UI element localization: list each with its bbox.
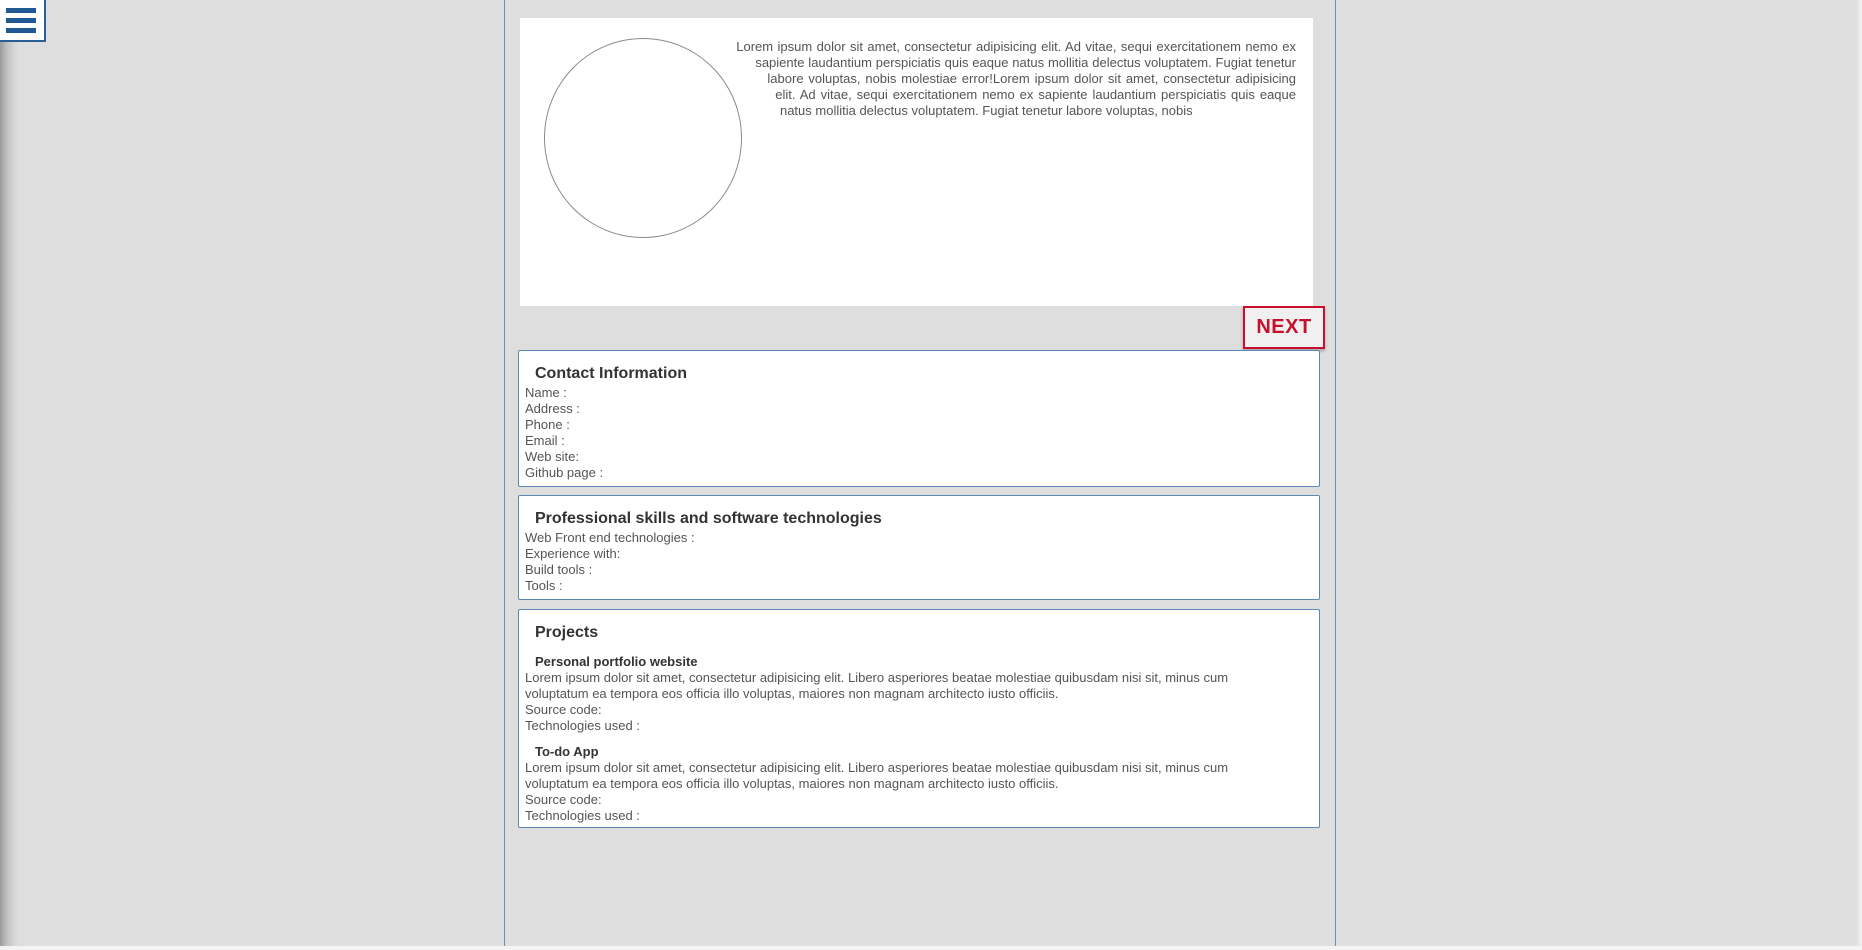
contact-website-field: Web site: xyxy=(525,449,579,464)
hamburger-icon-bar xyxy=(6,17,36,23)
right-page-edge xyxy=(1856,0,1862,950)
project-source-code: Source code: xyxy=(525,792,602,807)
contact-phone-field: Phone : xyxy=(525,417,570,432)
project-source-code: Source code: xyxy=(525,702,602,717)
skills-experience-field: Experience with: xyxy=(525,546,621,561)
contact-github-field: Github page : xyxy=(525,465,604,480)
hamburger-icon xyxy=(6,7,36,13)
hero-text-wrap: Lorem ipsum dolor sit amet, consectetur … xyxy=(696,39,1296,239)
contact-title: Contact Information xyxy=(535,365,687,382)
skills-tools-field: Tools : xyxy=(525,578,563,593)
hero-section: Lorem ipsum dolor sit amet, consectetur … xyxy=(520,18,1313,306)
project-name: To-do App xyxy=(535,744,599,759)
skills-build-tools-field: Build tools : xyxy=(525,562,593,577)
contact-address-field: Address : xyxy=(525,401,580,416)
hamburger-menu-button[interactable] xyxy=(0,0,46,42)
project-item: Personal portfolio website Lorem ipsum d… xyxy=(525,654,1319,734)
skills-frontend-field: Web Front end technologies : xyxy=(525,530,695,545)
left-page-shadow xyxy=(0,0,20,950)
skills-card: Professional skills and software technol… xyxy=(518,495,1320,600)
project-name: Personal portfolio website xyxy=(535,654,698,669)
projects-card: Projects Personal portfolio website Lore… xyxy=(518,609,1320,828)
contact-name-field: Name : xyxy=(525,385,567,400)
contact-email-field: Email : xyxy=(525,433,565,448)
next-button[interactable]: NEXT xyxy=(1243,306,1325,349)
skills-title: Professional skills and software technol… xyxy=(535,510,882,527)
bottom-page-edge xyxy=(0,946,1862,950)
project-technologies: Technologies used : xyxy=(525,808,640,823)
project-description: Lorem ipsum dolor sit amet, consectetur … xyxy=(525,670,1229,701)
hero-intro-text: Lorem ipsum dolor sit amet, consectetur … xyxy=(736,39,1296,118)
project-item: To-do App Lorem ipsum dolor sit amet, co… xyxy=(525,744,1319,824)
contact-information-card: Contact Information Name : Address : Pho… xyxy=(518,350,1320,487)
projects-title: Projects xyxy=(535,624,599,641)
hamburger-icon-bar xyxy=(6,27,36,33)
project-technologies: Technologies used : xyxy=(525,718,640,733)
project-description: Lorem ipsum dolor sit amet, consectetur … xyxy=(525,760,1229,791)
